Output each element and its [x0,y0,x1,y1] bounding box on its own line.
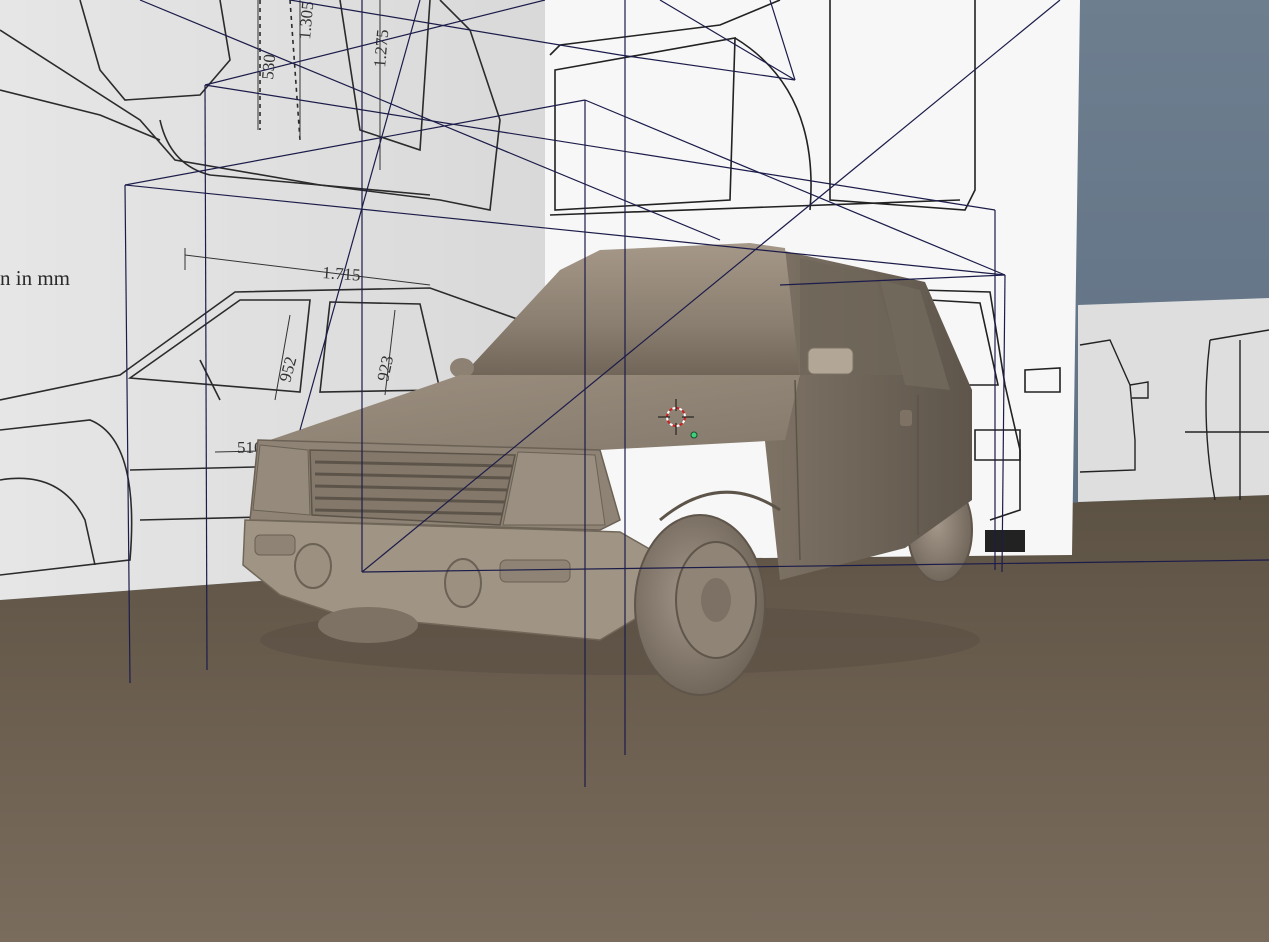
front-grille [309,449,516,526]
object-origin-dot[interactable] [690,431,698,439]
3d-viewport[interactable]: 530 1.305 1.275 1.715 952 923 510 n in m… [0,0,1269,942]
dimension-1275: 1.275 [370,29,392,69]
fog-light-left [294,543,332,589]
fog-light-right [444,558,482,608]
blueprint-rear-view-plane[interactable] [1078,298,1269,502]
viewport-scene[interactable]: 530 1.305 1.275 1.715 952 923 510 n in m… [0,0,1269,942]
front-right-wheel [634,514,766,696]
blueprint-unit-label: n in mm [0,266,70,290]
dimension-1305: 1.305 [295,1,317,41]
